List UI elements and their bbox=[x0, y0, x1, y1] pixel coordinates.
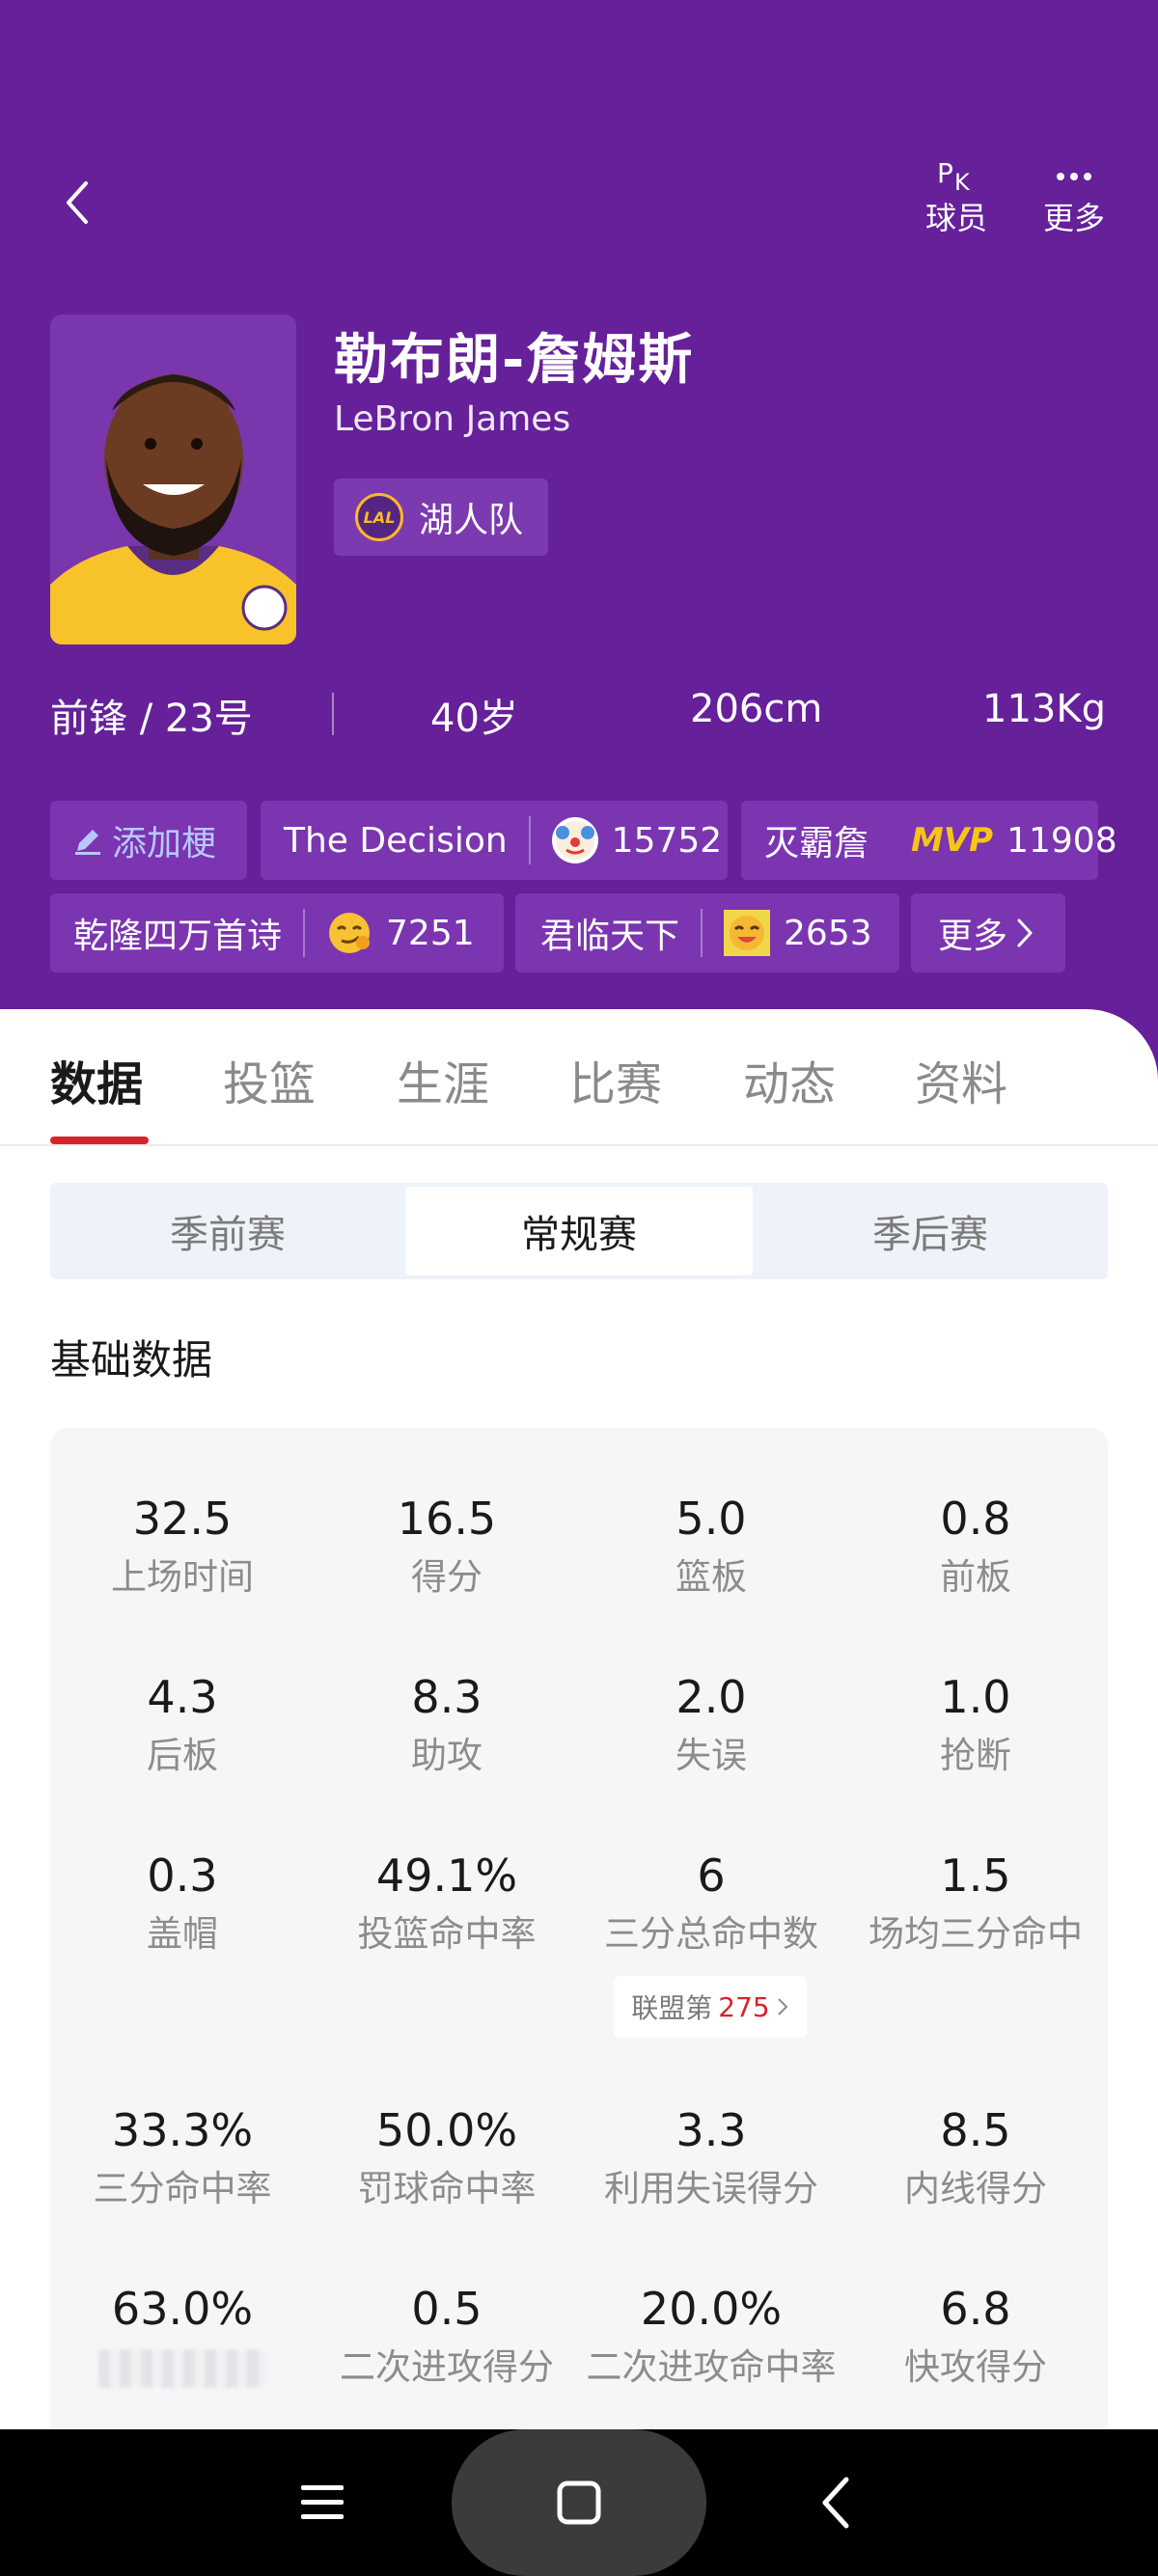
stat-item: 0.3 盖帽 bbox=[147, 1850, 218, 1955]
section-title: 基础数据 bbox=[50, 1336, 213, 1384]
segment-playoffs[interactable]: 季后赛 bbox=[757, 1187, 1104, 1275]
stat-item: 3.3 利用失误得分 bbox=[604, 2104, 818, 2209]
team-chip[interactable]: LAL 湖人队 bbox=[334, 479, 549, 556]
add-tag-label: 添加梗 bbox=[112, 824, 217, 863]
tab-shooting[interactable]: 投篮 bbox=[223, 1046, 316, 1113]
tag-item[interactable]: 君临天下 2653 bbox=[515, 893, 899, 973]
player-name-cn: 勒布朗-詹姆斯 bbox=[334, 329, 695, 392]
chevron-right-icon bbox=[778, 1998, 788, 2015]
tag-text: 灭霸詹 bbox=[764, 824, 869, 863]
tag-text: The Decision bbox=[284, 820, 508, 861]
mvp-badge-icon: MVP bbox=[911, 821, 994, 860]
stats-card: 32.5 上场时间 16.5 得分 5.0 篮板 0.8 前板 4.3 后板 8.3 助攻 … bbox=[50, 1428, 1108, 2576]
player-height: 206cm bbox=[690, 687, 823, 731]
smirk-emoji-icon bbox=[326, 910, 372, 956]
menu-icon bbox=[301, 2485, 344, 2519]
stat-item: 5.0 篮板 bbox=[676, 1493, 747, 1598]
tab-profile[interactable]: 资料 bbox=[915, 1046, 1007, 1113]
tab-data[interactable]: 数据 bbox=[50, 1046, 143, 1113]
add-tag-button[interactable]: 添加梗 bbox=[50, 801, 247, 880]
stat-item: 0.5 二次进攻得分 bbox=[340, 2283, 554, 2388]
clown-emoji-icon bbox=[551, 817, 598, 863]
back-button[interactable] bbox=[48, 174, 106, 232]
segment-regular-season[interactable]: 常规赛 bbox=[405, 1187, 753, 1275]
lakers-logo-icon: LAL bbox=[355, 493, 403, 541]
team-name: 湖人队 bbox=[419, 501, 524, 540]
tag-count: 11908 bbox=[1006, 820, 1117, 861]
tag-text: 君临天下 bbox=[540, 917, 680, 956]
chevron-left-icon bbox=[822, 2477, 849, 2529]
tag-count: 15752 bbox=[611, 820, 723, 861]
more-label: 更多 bbox=[1042, 200, 1105, 236]
player-name-en: LeBron James bbox=[334, 399, 571, 439]
divider bbox=[0, 1144, 1158, 1146]
chevron-right-icon bbox=[1017, 918, 1033, 947]
info-divider bbox=[332, 693, 334, 735]
active-tab-indicator bbox=[50, 1137, 149, 1144]
tab-feed[interactable]: 动态 bbox=[743, 1046, 836, 1113]
nav-back-button[interactable] bbox=[807, 2470, 865, 2535]
recent-apps-button[interactable] bbox=[293, 2474, 351, 2532]
blurred-label bbox=[98, 2349, 266, 2388]
stat-item: 50.0% 罚球命中率 bbox=[357, 2104, 537, 2209]
tag-count: 7251 bbox=[386, 913, 475, 953]
tag-text: 乾隆四万首诗 bbox=[73, 917, 283, 956]
stat-item: 20.0% 二次进攻命中率 bbox=[586, 2283, 837, 2388]
rank-prefix: 联盟第 bbox=[631, 1992, 713, 2024]
pencil-icon bbox=[75, 830, 100, 855]
position-number: 前锋 / 23号 bbox=[50, 697, 253, 741]
stat-item: 6 三分总命中数 bbox=[604, 1850, 818, 1955]
stat-item: 6.8 快攻得分 bbox=[904, 2283, 1047, 2388]
stat-item: 33.3% 三分命中率 bbox=[93, 2104, 272, 2209]
league-rank-pill[interactable]: 联盟第 275 bbox=[614, 1976, 807, 2038]
more-tags-button[interactable]: 更多 bbox=[911, 893, 1065, 973]
stat-item: 16.5 得分 bbox=[397, 1493, 497, 1598]
stat-item: 63.0% bbox=[50, 2282, 315, 2392]
tag-count: 2653 bbox=[784, 913, 872, 953]
stat-item: 8.3 助攻 bbox=[411, 1671, 482, 1776]
stat-item: 1.5 场均三分命中 bbox=[868, 1850, 1083, 1955]
laugh-emoji-icon bbox=[724, 910, 771, 956]
chevron-left-icon bbox=[67, 181, 88, 224]
stat-item: 32.5 上场时间 bbox=[111, 1493, 254, 1598]
stat-item: 1.0 抢断 bbox=[940, 1671, 1011, 1776]
rank-value: 275 bbox=[718, 1990, 770, 2023]
more-button[interactable]: 更多 bbox=[1026, 154, 1122, 251]
pk-label: 球员 bbox=[924, 200, 987, 236]
season-type-segment: 季前赛 常规赛 季后赛 bbox=[50, 1183, 1108, 1279]
tab-bar: 数据 投篮 生涯 比赛 动态 资料 bbox=[0, 1009, 1158, 1144]
tag-item[interactable]: 灭霸詹 MVP 11908 bbox=[741, 801, 1117, 880]
stat-item: 4.3 后板 bbox=[147, 1671, 218, 1776]
stat-item: 8.5 内线得分 bbox=[904, 2104, 1047, 2209]
tag-item[interactable]: 乾隆四万首诗 7251 bbox=[50, 893, 504, 973]
more-dots-icon bbox=[1057, 173, 1091, 180]
more-tags-label: 更多 bbox=[938, 917, 1008, 956]
stat-item: 2.0 失误 bbox=[676, 1671, 747, 1776]
player-avatar bbox=[50, 315, 296, 644]
player-info-row: 前锋 / 23号 40岁 206cm 113Kg bbox=[50, 687, 1112, 745]
tag-item[interactable]: The Decision 15752 bbox=[261, 801, 728, 880]
tab-career[interactable]: 生涯 bbox=[397, 1046, 489, 1113]
pk-button[interactable]: PK 球员 bbox=[908, 154, 1005, 251]
tab-games[interactable]: 比赛 bbox=[569, 1046, 662, 1113]
stat-item: 0.8 前板 bbox=[940, 1493, 1011, 1598]
home-square-icon bbox=[552, 2474, 606, 2532]
stat-item: 49.1% 投篮命中率 bbox=[357, 1850, 537, 1955]
player-age: 40岁 bbox=[430, 697, 518, 741]
segment-preseason[interactable]: 季前赛 bbox=[54, 1187, 401, 1275]
pk-icon: PK bbox=[937, 157, 970, 196]
player-weight: 113Kg bbox=[982, 687, 1106, 731]
